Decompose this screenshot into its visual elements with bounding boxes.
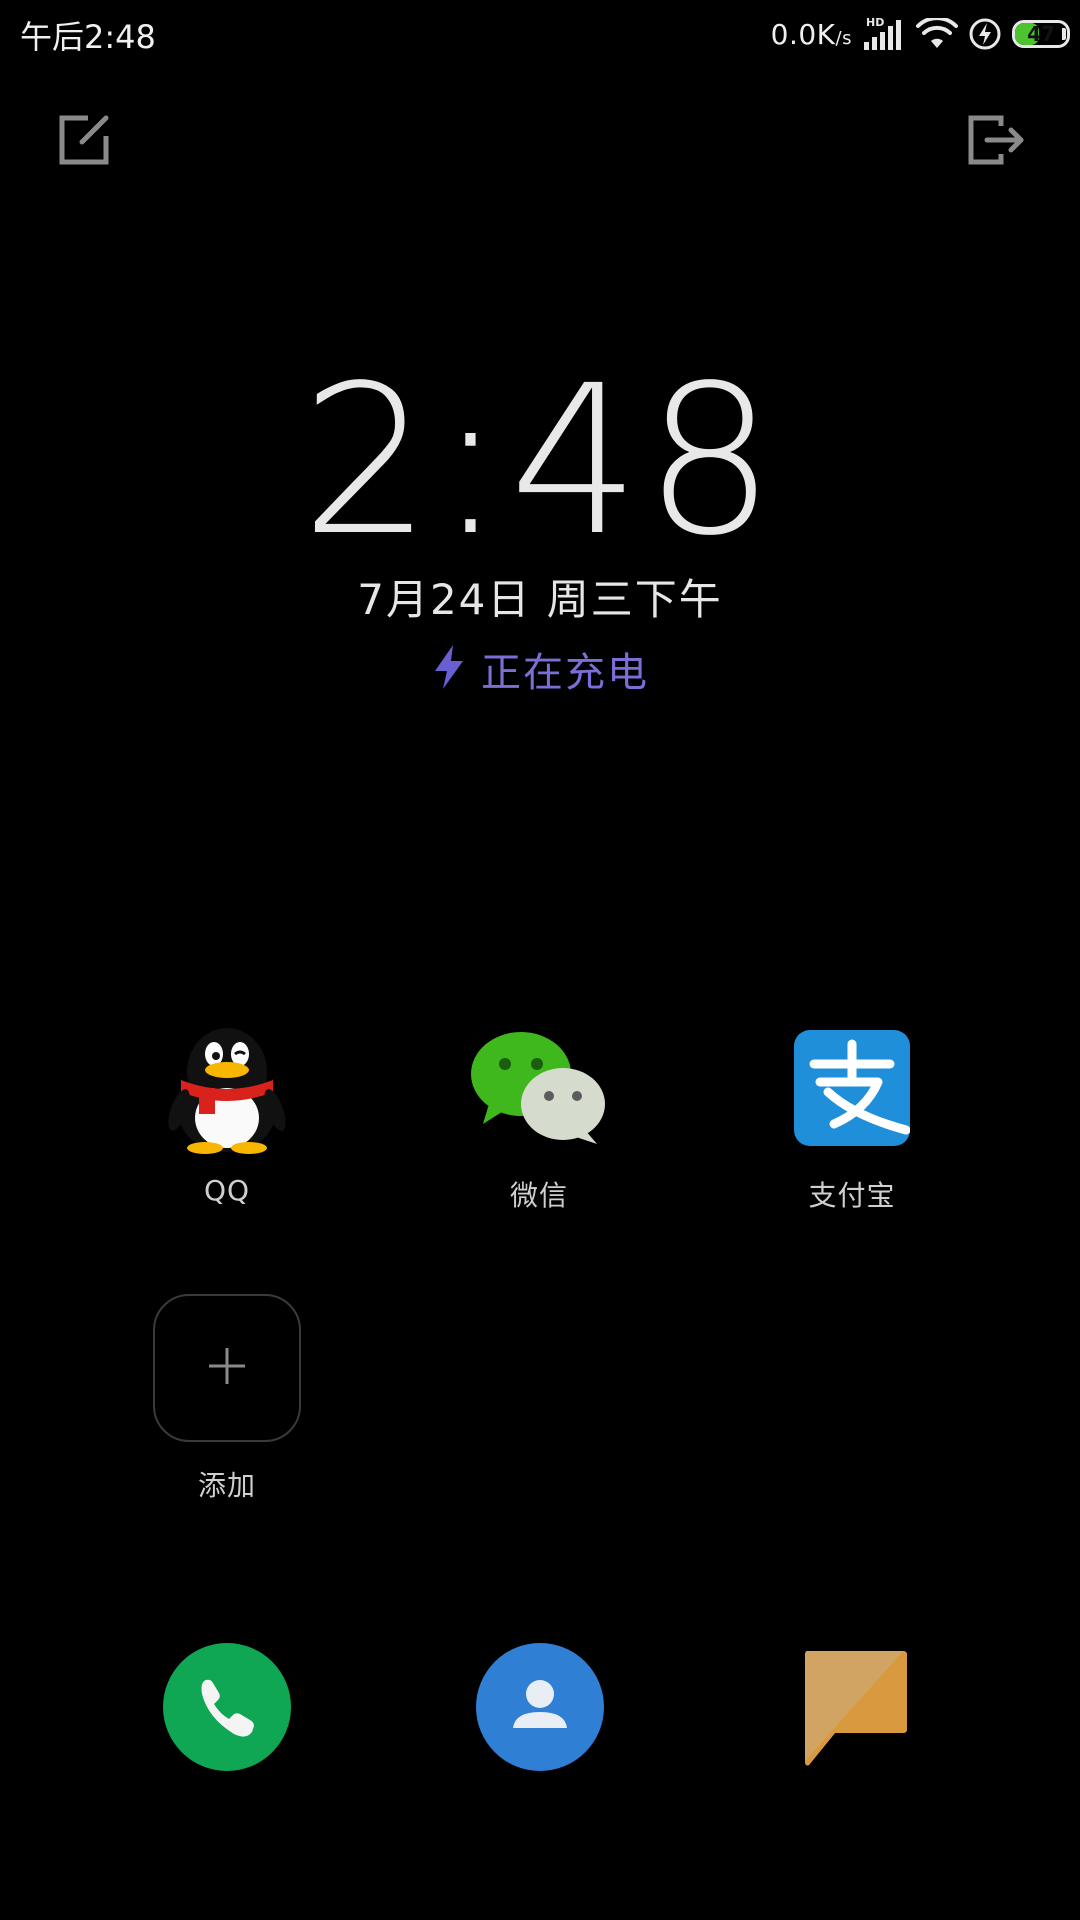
lockscreen-date: 7月24日 周三下午: [357, 575, 723, 624]
battery-level: 47: [1027, 22, 1055, 46]
app-label: 添加: [197, 1469, 256, 1502]
battery-icon: 47: [1012, 20, 1070, 48]
edit-note-icon: [54, 110, 114, 174]
charging-bolt-icon: [968, 17, 1002, 51]
wechat-icon: [471, 1020, 607, 1156]
add-plus-icon: [207, 1346, 247, 1390]
charging-indicator: 正在充电: [0, 640, 1080, 698]
network-speed-value: 0.0K: [770, 17, 836, 51]
wifi-icon: [916, 18, 958, 50]
network-speed-unit: /s: [835, 27, 852, 49]
lockscreen-clock: 2:48: [300, 341, 780, 581]
edit-note-button[interactable]: [52, 110, 116, 174]
exit-icon: [965, 110, 1027, 174]
app-alipay[interactable]: 支付宝: [702, 1020, 1002, 1214]
battery-body: 47: [1012, 20, 1070, 48]
status-bar: 午后2:48 0.0K/s HD 47: [0, 0, 1080, 70]
lightning-icon: [431, 643, 467, 695]
status-icons: 0.0K/s HD 47: [771, 12, 1070, 56]
hd-badge: HD: [866, 16, 884, 29]
app-label: 支付宝: [808, 1179, 896, 1212]
app-qq[interactable]: QQ: [77, 1020, 377, 1207]
signal-icon: HD: [862, 16, 906, 52]
status-time: 午后2:48: [20, 18, 156, 56]
exit-button[interactable]: [964, 110, 1028, 174]
dock-messages-button[interactable]: [790, 1644, 920, 1774]
app-wechat[interactable]: 微信: [389, 1020, 689, 1214]
contacts-icon: [475, 1642, 605, 1776]
charging-status-text: 正在充电: [481, 650, 649, 696]
dock-phone-button[interactable]: [162, 1642, 292, 1776]
add-app-tile[interactable]: [153, 1294, 301, 1442]
app-label: QQ: [203, 1174, 251, 1207]
dock-contacts-button[interactable]: [475, 1642, 605, 1776]
app-label: 微信: [509, 1179, 568, 1212]
add-app-button[interactable]: 添加: [77, 1294, 377, 1504]
network-speed: 0.0K/s: [771, 18, 852, 51]
messages-icon: [799, 1647, 911, 1771]
phone-icon: [162, 1642, 292, 1776]
alipay-icon: [784, 1020, 920, 1156]
qq-penguin-icon: [159, 1020, 295, 1156]
